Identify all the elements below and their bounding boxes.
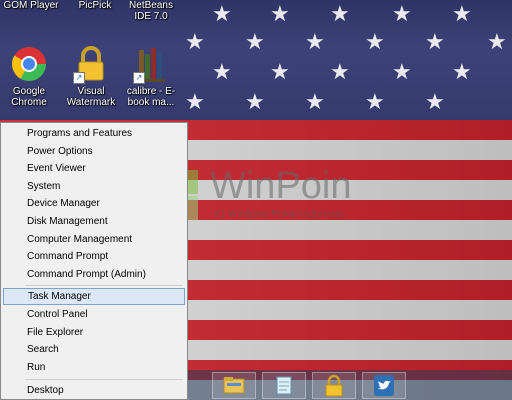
menu-item-desktop[interactable]: Desktop bbox=[3, 382, 185, 399]
shortcut-arrow-icon: ↗ bbox=[133, 72, 145, 84]
menu-item-file-explorer[interactable]: File Explorer bbox=[3, 324, 185, 341]
star-icon: ★ bbox=[212, 60, 232, 85]
taskbar bbox=[188, 370, 512, 400]
star-icon: ★ bbox=[452, 2, 472, 27]
star-icon: ★ bbox=[185, 90, 205, 115]
menu-item-run[interactable]: Run bbox=[3, 359, 185, 376]
star-icon: ★ bbox=[392, 2, 412, 27]
menu-item-command-prompt[interactable]: Command Prompt bbox=[3, 248, 185, 265]
desktop-icon-label: calibre - E-book ma... bbox=[126, 86, 176, 108]
star-icon: ★ bbox=[392, 60, 412, 85]
desktop-icon-label: Visual Watermark bbox=[66, 86, 116, 108]
win-x-context-menu: Programs and Features Power Options Even… bbox=[0, 122, 188, 400]
menu-item-control-panel[interactable]: Control Panel bbox=[3, 306, 185, 323]
menu-item-command-prompt-admin[interactable]: Command Prompt (Admin) bbox=[3, 266, 185, 283]
star-icon: ★ bbox=[245, 30, 265, 55]
notepad-icon bbox=[276, 376, 292, 395]
twitter-icon bbox=[374, 375, 394, 396]
star-icon: ★ bbox=[270, 2, 290, 27]
menu-item-label: Task Manager bbox=[28, 291, 91, 302]
star-icon: ★ bbox=[185, 30, 205, 55]
menu-item-label: File Explorer bbox=[27, 327, 84, 338]
menu-item-search[interactable]: Search bbox=[3, 341, 185, 358]
star-icon: ★ bbox=[425, 90, 445, 115]
menu-item-label: Programs and Features bbox=[27, 128, 133, 139]
star-icon: ★ bbox=[452, 60, 472, 85]
desktop-icon-calibre[interactable]: ↗ calibre - E-book ma... bbox=[120, 44, 182, 108]
menu-item-label: Command Prompt bbox=[27, 251, 109, 262]
shortcut-arrow-icon: ↗ bbox=[73, 72, 85, 84]
desktop-icon-label: NetBeans IDE 7.0 bbox=[129, 0, 173, 22]
menu-item-label: Desktop bbox=[27, 385, 64, 396]
taskbar-button-twitter[interactable] bbox=[362, 372, 406, 399]
star-icon: ★ bbox=[330, 60, 350, 85]
desktop-icon-visual-watermark[interactable]: ↗ Visual Watermark bbox=[60, 44, 122, 108]
menu-item-programs-and-features[interactable]: Programs and Features bbox=[3, 125, 185, 142]
menu-item-disk-management[interactable]: Disk Management bbox=[3, 213, 185, 230]
menu-item-computer-management[interactable]: Computer Management bbox=[3, 231, 185, 248]
desktop-icon-label: Google Chrome bbox=[11, 86, 47, 108]
menu-item-label: Search bbox=[27, 344, 59, 355]
watermark-brand: WinPoin bbox=[210, 165, 352, 207]
menu-item-label: Disk Management bbox=[27, 216, 108, 227]
menu-item-label: Control Panel bbox=[27, 309, 88, 320]
menu-item-power-options[interactable]: Power Options bbox=[3, 143, 185, 160]
books-icon: ↗ bbox=[131, 44, 171, 84]
star-icon: ★ bbox=[487, 30, 507, 55]
desktop-icon-netbeans[interactable]: NetBeans IDE 7.0 bbox=[120, 0, 182, 22]
desktop-icon-gom-player[interactable]: GOM Player bbox=[2, 0, 60, 11]
desktop-icon-label: PicPick bbox=[78, 0, 112, 11]
menu-item-label: System bbox=[27, 181, 61, 192]
desktop-icon-picpick[interactable]: PicPick bbox=[70, 0, 120, 11]
star-icon: ★ bbox=[212, 2, 232, 27]
star-icon: ★ bbox=[365, 90, 385, 115]
star-icon: ★ bbox=[330, 2, 350, 27]
menu-item-system[interactable]: System bbox=[3, 178, 185, 195]
star-icon: ★ bbox=[245, 90, 265, 115]
star-icon: ★ bbox=[305, 90, 325, 115]
visual-watermark-icon bbox=[325, 374, 343, 397]
taskbar-button-notepad[interactable] bbox=[262, 372, 306, 399]
menu-item-label: Event Viewer bbox=[27, 163, 86, 174]
menu-item-task-manager[interactable]: Task Manager bbox=[3, 288, 185, 305]
desktop-background: ★ ★ ★ ★ ★ ★ ★ ★ ★ ★ ★ ★ ★ ★ ★ ★ ★ ★ ★ ★ … bbox=[0, 0, 512, 400]
file-explorer-icon bbox=[223, 377, 245, 394]
menu-item-event-viewer[interactable]: Event Viewer bbox=[3, 160, 185, 177]
star-icon: ★ bbox=[270, 60, 290, 85]
star-icon: ★ bbox=[305, 30, 325, 55]
menu-item-label: Command Prompt (Admin) bbox=[27, 269, 146, 280]
menu-item-device-manager[interactable]: Device Manager bbox=[3, 195, 185, 212]
desktop-icon-label: GOM Player bbox=[3, 0, 59, 11]
menu-item-label: Computer Management bbox=[27, 234, 133, 245]
star-icon: ★ bbox=[365, 30, 385, 55]
menu-separator bbox=[25, 285, 183, 286]
menu-item-label: Device Manager bbox=[27, 198, 100, 209]
menu-separator bbox=[25, 379, 183, 380]
lock-icon: ↗ bbox=[71, 44, 111, 84]
taskbar-button-file-explorer[interactable] bbox=[212, 372, 256, 399]
taskbar-button-visual-watermark[interactable] bbox=[312, 372, 356, 399]
menu-item-label: Power Options bbox=[27, 146, 93, 157]
desktop-icon-chrome[interactable]: Google Chrome bbox=[0, 44, 58, 108]
menu-item-label: Run bbox=[27, 362, 46, 373]
star-icon: ★ bbox=[425, 30, 445, 55]
chrome-icon bbox=[9, 44, 49, 84]
watermark-tagline: #1 Windows Portal Indonesia bbox=[214, 209, 344, 220]
